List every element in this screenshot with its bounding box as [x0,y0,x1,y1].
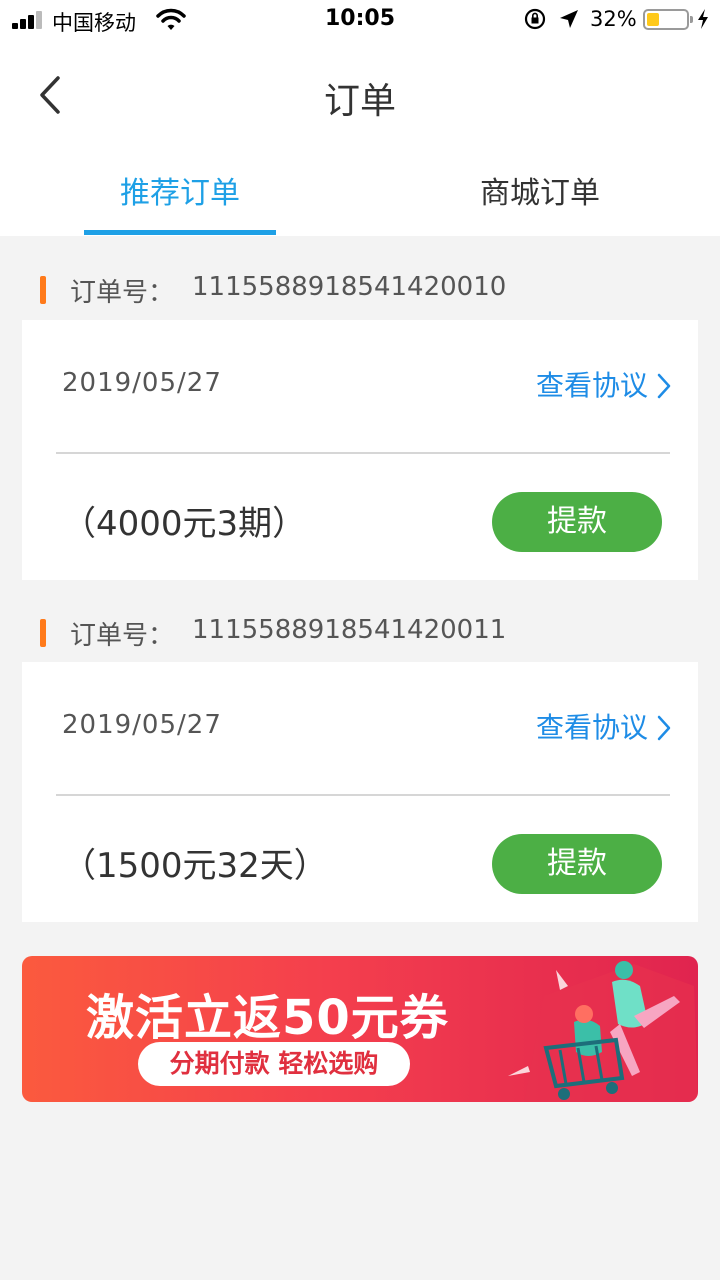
order-date: 2019/05/27 [62,710,222,740]
active-tab-indicator [84,230,276,235]
banner-subline: 分期付款 轻松选购 [138,1042,410,1086]
shopping-illustration [508,961,698,1102]
withdraw-button[interactable]: 提款 [492,834,662,894]
order-amount: （1500元32天） [62,846,328,886]
divider [56,452,670,454]
order-number-label: 订单号： [70,621,175,651]
order-header: 订单号： 1115588918541420010 [0,270,720,320]
order-marker [40,619,46,647]
page-title: 订单 [323,81,396,122]
order-marker [40,276,46,304]
battery-percent: 32% [590,7,637,31]
view-agreement-link[interactable]: 查看协议 [536,364,648,404]
header: 中国移动 10:05 32% 订单 推荐订单 商城订单 [0,0,720,236]
battery-nub [690,16,693,23]
tab-mall-orders[interactable]: 商城订单 [360,168,720,212]
chevron-right-icon[interactable] [656,372,672,400]
banner-headline: 激活立返50元券 [86,990,449,1046]
promo-banner[interactable]: 激活立返50元券 分期付款 轻松选购 [22,956,698,1102]
order-date: 2019/05/27 [62,368,222,398]
charging-icon [698,9,708,29]
order-number-label: 订单号： [70,278,175,308]
chevron-right-icon[interactable] [656,714,672,742]
battery-icon [643,9,693,30]
order-number: 1115588918541420010 [192,272,507,302]
order-card: 2019/05/27 查看协议 （4000元3期） 提款 [22,320,698,580]
withdraw-button[interactable]: 提款 [492,492,662,552]
rotation-lock-icon [524,8,546,30]
order-number: 1115588918541420011 [192,615,507,645]
divider [56,794,670,796]
status-bar: 中国移动 10:05 32% [0,0,720,40]
view-agreement-link[interactable]: 查看协议 [536,706,648,746]
tab-recommended-orders[interactable]: 推荐订单 [0,168,360,212]
order-card: 2019/05/27 查看协议 （1500元32天） 提款 [22,662,698,922]
battery-fill [647,13,659,26]
location-arrow-icon [560,10,578,28]
order-header: 订单号： 1115588918541420011 [0,613,720,663]
order-amount: （4000元3期） [62,504,307,544]
